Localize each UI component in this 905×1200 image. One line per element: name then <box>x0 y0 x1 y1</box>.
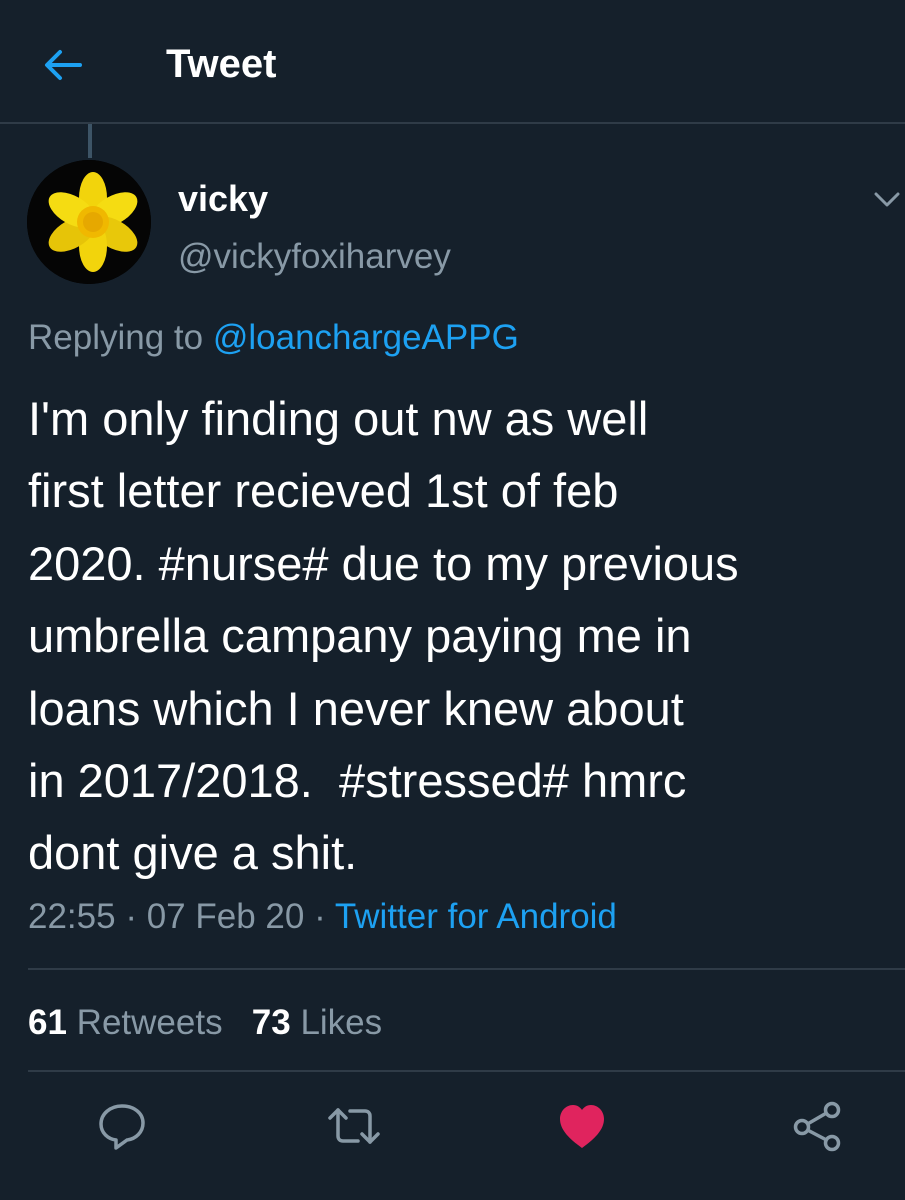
retweets-count: 61 <box>28 1003 67 1042</box>
reply-icon <box>99 1104 145 1150</box>
retweet-icon <box>328 1108 380 1144</box>
top-bar: Tweet <box>0 0 905 124</box>
heart-icon <box>560 1105 604 1148</box>
divider <box>28 1070 905 1072</box>
page-title: Tweet <box>166 42 277 86</box>
avatar[interactable] <box>27 160 151 284</box>
tweet-text-line: 2020. #nurse# due to my previous <box>28 536 739 590</box>
tweet-time: 22:55 <box>28 897 116 936</box>
tweet-source-link[interactable]: Twitter for Android <box>335 897 617 936</box>
tweet-metadata: 22:55 · 07 Feb 20 · Twitter for Android <box>28 894 617 940</box>
thread-connector-line <box>88 124 92 158</box>
share-button[interactable] <box>790 1098 846 1154</box>
retweet-button[interactable] <box>326 1098 382 1154</box>
daffodil-image <box>27 160 151 284</box>
tweet-text-line: loans which I never knew about <box>28 681 684 735</box>
likes-stat[interactable]: 73 Likes <box>252 1003 382 1042</box>
retweets-label: Retweets <box>76 1003 223 1042</box>
tweet-text: I'm only finding out nw as well first le… <box>28 383 898 890</box>
chevron-down-icon[interactable] <box>872 188 902 212</box>
tweet-text-line: umbrella campany paying me in <box>28 609 692 663</box>
tweet-date: 07 Feb 20 <box>146 897 305 936</box>
back-arrow-icon[interactable] <box>42 44 84 86</box>
tweet-text-line: I'm only finding out nw as well <box>28 392 649 445</box>
divider <box>28 968 905 970</box>
likes-count: 73 <box>251 1003 291 1042</box>
like-button[interactable] <box>554 1098 610 1154</box>
share-icon <box>793 1101 841 1152</box>
replying-prefix: Replying to <box>28 318 204 357</box>
meta-separator: · <box>125 897 137 936</box>
user-handle[interactable]: @vickyfoxiharvey <box>178 236 451 278</box>
engagement-stats: 61 Retweets 73 Likes <box>28 1000 382 1046</box>
tweet-text-line: in 2017/2018. #stressed# hmrc <box>28 753 687 807</box>
tweet-text-line: first letter recieved 1st of feb <box>28 464 619 518</box>
reply-button[interactable] <box>94 1098 150 1154</box>
display-name[interactable]: vicky <box>178 178 268 220</box>
replying-to-mention[interactable]: @loanchargeAPPG <box>213 318 519 357</box>
retweets-stat[interactable]: 61 Retweets <box>28 1003 223 1042</box>
meta-separator: · <box>314 897 326 936</box>
tweet-text-line: dont give a shit. <box>28 826 358 880</box>
replying-to-line: Replying to @loanchargeAPPG <box>28 316 519 360</box>
likes-label: Likes <box>300 1003 383 1042</box>
